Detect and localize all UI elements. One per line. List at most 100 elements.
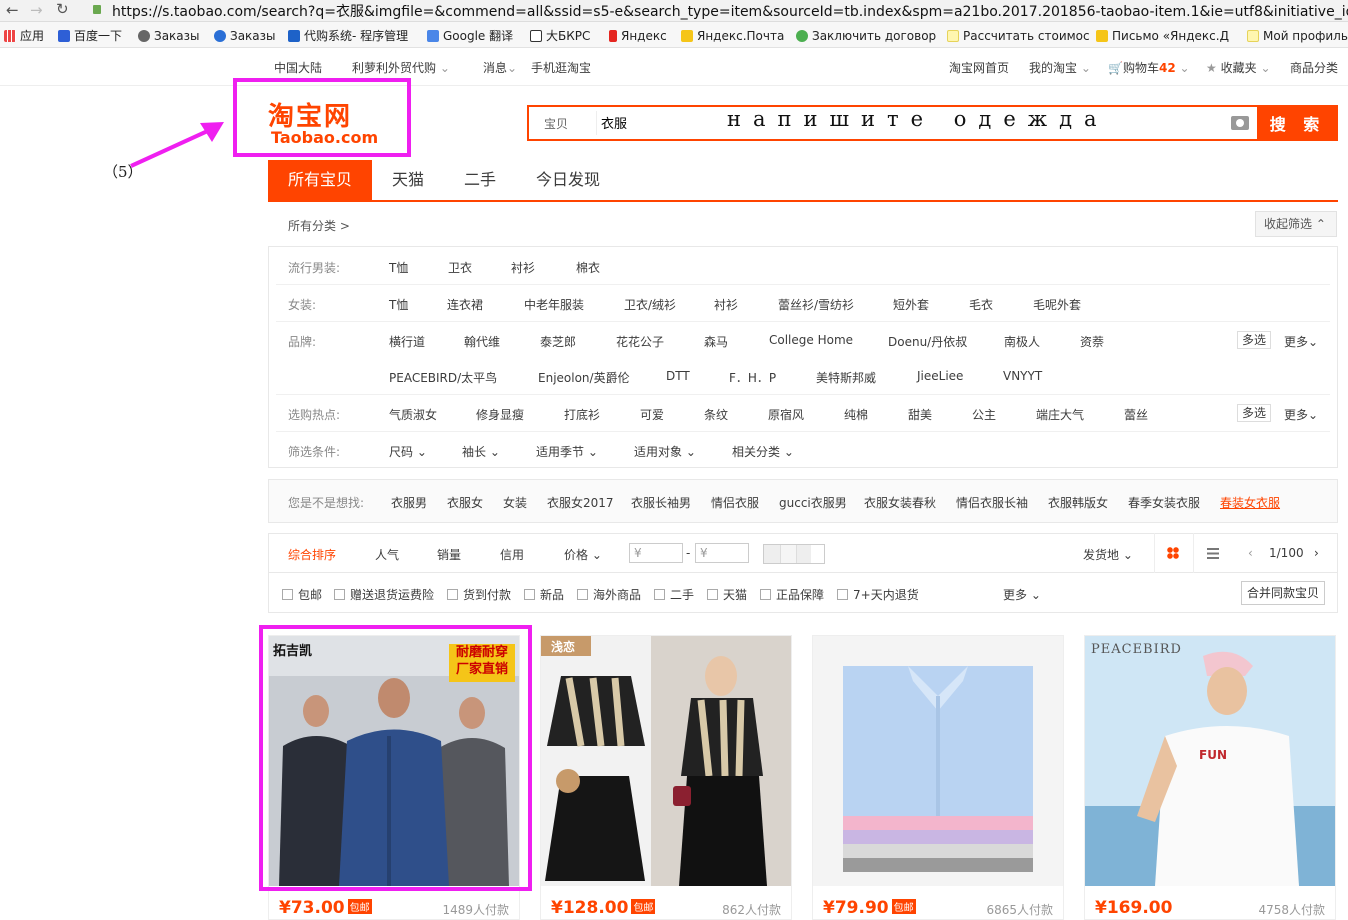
search-button[interactable]: 搜 索 [1257, 105, 1338, 141]
list-icon[interactable] [1207, 548, 1219, 559]
filter-option[interactable]: 卫衣/绒衫 [624, 296, 676, 313]
sort-popularity[interactable]: 人气 [375, 546, 399, 563]
bookmark-contract[interactable]: Заключить договор [796, 28, 936, 44]
check-return-insurance[interactable]: 赠送退货运费险 [334, 586, 434, 603]
suggest-item[interactable]: 衣服女2017 [547, 494, 614, 511]
filter-option[interactable]: 中老年服装 [524, 296, 584, 313]
bookmark-orders-2[interactable]: Заказы [214, 28, 276, 44]
bookmark-profile[interactable]: Мой профиль [1247, 28, 1348, 44]
tab-second-hand[interactable]: 二手 [444, 160, 516, 200]
sort-credit[interactable]: 信用 [500, 546, 524, 563]
price-min-input[interactable]: ¥ [629, 543, 683, 563]
suggest-item[interactable]: 情侣衣服长袖 [956, 494, 1028, 511]
suggest-item[interactable]: 女装 [503, 494, 527, 511]
filter-option[interactable]: 衬衫 [714, 296, 738, 313]
collapse-filter-button[interactable]: 收起筛选 ⌃ [1255, 211, 1337, 237]
filter-option[interactable]: Enjeolon/英爵伦 [538, 369, 630, 386]
filter-option[interactable]: 打底衫 [564, 406, 600, 423]
checkbox[interactable] [524, 589, 535, 600]
bookmark-letter[interactable]: Письмо «Яндекс.Д [1096, 28, 1229, 44]
filter-option[interactable]: T恤 [389, 296, 408, 313]
bookmark-orders-1[interactable]: Заказы [138, 28, 200, 44]
bookmark-purchasing-system[interactable]: 代购系统- 程序管理 [288, 28, 408, 44]
bookmark-bkrs[interactable]: 大БКРС [530, 28, 590, 44]
filter-option[interactable]: 条纹 [704, 406, 728, 423]
favorites-link[interactable]: ★ 收藏夹 ⌄ [1206, 59, 1271, 76]
price-max-input[interactable]: ¥ [695, 543, 749, 563]
checkbox[interactable] [577, 589, 588, 600]
multi-select-button[interactable]: 多选 [1237, 404, 1272, 422]
categories-link[interactable]: 商品分类 [1290, 59, 1338, 76]
filter-dropdown-season[interactable]: 适用季节 ⌄ [536, 443, 598, 460]
checkbox[interactable] [447, 589, 458, 600]
sort-price[interactable]: 价格 ⌄ [564, 546, 602, 563]
check-overseas[interactable]: 海外商品 [577, 586, 641, 603]
suggest-item[interactable]: 衣服长袖男 [631, 494, 691, 511]
suggest-item[interactable]: 春装女衣服 [1220, 494, 1280, 511]
filter-dropdown-target[interactable]: 适用对象 ⌄ [634, 443, 696, 460]
check-genuine[interactable]: 正品保障 [760, 586, 824, 603]
bookmark-google-translate[interactable]: Google 翻译 [427, 28, 513, 44]
checkbox[interactable] [334, 589, 345, 600]
checkbox[interactable] [760, 589, 771, 600]
bookmark-calculate[interactable]: Рассчитать стоимос [947, 28, 1090, 44]
tab-tmall[interactable]: 天猫 [372, 160, 444, 200]
sort-default[interactable]: 综合排序 [288, 546, 336, 563]
taobao-home-link[interactable]: 淘宝网首页 [949, 59, 1009, 76]
forward-arrow-icon[interactable]: → [30, 1, 43, 19]
bookmark-yandex[interactable]: Яндекс [609, 28, 667, 44]
bookmark-apps[interactable]: 应用 [4, 28, 44, 44]
suggest-item[interactable]: 情侣衣服 [711, 494, 759, 511]
filter-option[interactable]: 原宿风 [768, 406, 804, 423]
check-cod[interactable]: 货到付款 [447, 586, 511, 603]
back-arrow-icon[interactable]: ← [6, 1, 19, 19]
filter-option[interactable]: 森马 [704, 333, 728, 350]
check-second-hand[interactable]: 二手 [654, 586, 694, 603]
filter-option[interactable]: 美特斯邦威 [816, 369, 876, 386]
suggest-item[interactable]: 衣服女装春秋 [864, 494, 936, 511]
bookmark-baidu[interactable]: 百度一下 [58, 28, 122, 44]
checkbox[interactable] [654, 589, 665, 600]
filter-option[interactable]: 蕾丝衫/雪纺衫 [778, 296, 854, 313]
user-nickname[interactable]: 利萝利外贸代购 ⌄ [352, 59, 450, 76]
multi-select-button[interactable]: 多选 [1237, 331, 1272, 349]
filter-option[interactable]: T恤 [389, 259, 408, 276]
filter-option[interactable]: 短外套 [893, 296, 929, 313]
url-field[interactable]: https://s.taobao.com/search?q=衣服&imgfile… [112, 1, 1348, 21]
filter-option[interactable]: Doenu/丹依叔 [888, 333, 967, 350]
filter-option[interactable]: 端庄大气 [1036, 406, 1084, 423]
suggest-item[interactable]: gucci衣服男 [779, 494, 847, 511]
filter-option[interactable]: 衬衫 [511, 259, 535, 276]
my-taobao-link[interactable]: 我的淘宝 ⌄ [1029, 59, 1091, 76]
checkbox[interactable] [837, 589, 848, 600]
filter-option[interactable]: 横行道 [389, 333, 425, 350]
tab-all-items[interactable]: 所有宝贝 [268, 160, 372, 200]
filter-option[interactable]: DTT [666, 369, 690, 383]
filter-option[interactable]: JieeLiee [917, 369, 963, 383]
filter-dropdown-size[interactable]: 尺码 ⌄ [389, 443, 427, 460]
filter-dropdown-sleeve[interactable]: 袖长 ⌄ [462, 443, 500, 460]
filter-option[interactable]: 花花公子 [616, 333, 664, 350]
filter-option[interactable]: 修身显瘦 [476, 406, 524, 423]
sort-sales[interactable]: 销量 [437, 546, 461, 563]
search-scope-selector[interactable]: 宝贝 [544, 115, 568, 132]
merge-same-items-button[interactable]: 合并同款宝贝 [1241, 581, 1325, 605]
product-card[interactable]: PEACEBIRD FUN ¥169.00 4758人付款 [1084, 635, 1336, 920]
cart-link[interactable]: 🛒购物车42 ⌄ [1108, 59, 1190, 76]
filter-option[interactable]: 棉衣 [576, 259, 600, 276]
filter-option[interactable]: 翰代维 [464, 333, 500, 350]
filter-option[interactable]: 蕾丝 [1124, 406, 1148, 423]
filter-option[interactable]: 卫衣 [448, 259, 472, 276]
prev-page-icon[interactable]: ‹ [1248, 546, 1253, 560]
checkbox[interactable] [707, 589, 718, 600]
check-7day-return[interactable]: 7+天内退货 [837, 586, 919, 603]
messages-link[interactable]: 消息⌄ [483, 59, 517, 76]
more-button[interactable]: 更多⌄ [1284, 406, 1318, 423]
filter-option[interactable]: VNYYT [1003, 369, 1042, 383]
product-card[interactable]: ¥79.90 包邮 6865人付款 [812, 635, 1064, 920]
filter-option[interactable]: 甜美 [908, 406, 932, 423]
all-categories-link[interactable]: 所有分类 > [288, 217, 350, 234]
product-card[interactable]: 浅恋 ¥128.00 包邮 862人付款 [540, 635, 792, 920]
checkbox[interactable] [282, 589, 293, 600]
tab-today-discover[interactable]: 今日发现 [520, 160, 616, 200]
